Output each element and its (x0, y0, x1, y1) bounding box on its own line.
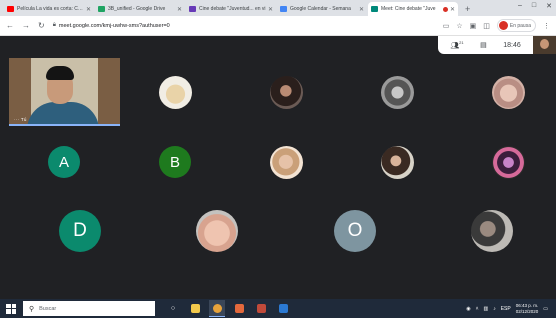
participant-avatar[interactable] (270, 146, 303, 179)
recording-icon (442, 6, 448, 12)
windows-taskbar: ⚲ Buscar ○ ◉ ˄ ▥ ♪ ESP 06:43 p. m. 02/12… (0, 299, 556, 318)
avatar (498, 21, 508, 30)
chat-button[interactable]: ▤ (480, 41, 487, 49)
address-bar[interactable]: meet.google.com/kmj-uwhw-sms?authuser=0 (59, 23, 443, 29)
browser-tab-active[interactable]: Meet: Cine debate "Juve ✕ (368, 2, 458, 16)
chrome-tray-icon[interactable]: ◉ (466, 306, 470, 312)
google-calendar-icon (280, 6, 287, 12)
taskbar-clock[interactable]: 06:43 p. m. 02/12/2020 (516, 303, 539, 315)
participant-avatar[interactable] (471, 210, 513, 252)
camera-permission-icon[interactable]: ▭ (443, 22, 450, 30)
browser-tab-strip: Película La vida es corta: Capí ✕ 3B_uni… (0, 0, 556, 16)
meet-top-panel: 👥︎21 ▤ 18:46 (438, 36, 533, 54)
google-meet-icon (371, 6, 378, 12)
participants-button[interactable]: 👥︎21 (450, 40, 463, 49)
notification-icon[interactable]: ▭ (543, 306, 548, 312)
system-tray: ◉ ˄ ▥ ♪ ESP 06:43 p. m. 02/12/2020 ▭ (466, 299, 548, 318)
extension-icon[interactable]: ▣ (470, 22, 477, 30)
file-explorer-icon[interactable] (187, 300, 203, 317)
word-icon[interactable] (275, 300, 291, 317)
browser-toolbar: ← → ↻ 🔒︎ meet.google.com/kmj-uwhw-sms?au… (0, 16, 556, 36)
minimize-button[interactable]: – (518, 2, 522, 10)
participant-initial-avatar[interactable]: A (48, 146, 80, 178)
bookmark-star-icon[interactable]: ☆ (456, 22, 462, 30)
language-indicator[interactable]: ESP (501, 306, 511, 312)
close-tab-icon[interactable]: ✕ (86, 6, 91, 13)
close-tab-icon[interactable]: ✕ (450, 6, 455, 13)
browser-tab[interactable]: Google Calendar - Semana ✕ (277, 2, 367, 16)
profile-button[interactable]: En pausa (496, 19, 536, 32)
self-video-tile[interactable]: ··· Tú (9, 58, 120, 126)
forward-arrow-icon[interactable]: → (22, 21, 30, 30)
browser-tab[interactable]: 3B_unified - Google Drive ✕ (95, 2, 185, 16)
lock-icon[interactable]: 🔒︎ (53, 22, 56, 29)
self-view-thumbnail[interactable] (533, 36, 556, 54)
meeting-clock: 18:46 (503, 41, 521, 49)
back-arrow-icon[interactable]: ← (6, 21, 14, 30)
close-window-button[interactable]: ✕ (546, 2, 552, 10)
participant-initial-avatar[interactable]: D (59, 210, 101, 252)
browser-tab[interactable]: Cine debate "Juventud... en vi ✕ (186, 2, 276, 16)
participant-avatar[interactable] (381, 76, 414, 109)
chat-icon: ▤ (480, 42, 487, 49)
participant-initial-avatar[interactable]: B (159, 146, 191, 178)
search-icon: ⚲ (29, 305, 35, 313)
close-tab-icon[interactable]: ✕ (177, 6, 182, 13)
browser-tab[interactable]: Película La vida es corta: Capí ✕ (4, 2, 94, 16)
screen: Película La vida es corta: Capí ✕ 3B_uni… (0, 0, 556, 318)
task-view-icon[interactable]: ○ (165, 300, 181, 317)
toolbar-actions: ▭ ☆ ▣ ◫ En pausa ⋮ (443, 19, 550, 32)
participant-avatar[interactable] (492, 146, 525, 179)
menu-dots-icon[interactable]: ⋮ (543, 22, 550, 30)
participant-avatar[interactable] (270, 76, 303, 109)
participant-avatar[interactable] (492, 76, 525, 109)
windows-start-icon[interactable] (4, 302, 18, 316)
participant-avatar[interactable] (159, 76, 192, 109)
network-icon[interactable]: ▥ (483, 306, 488, 312)
participant-avatar[interactable] (381, 146, 414, 179)
participant-avatar[interactable] (196, 210, 238, 252)
chrome-taskbar-icon[interactable] (209, 300, 225, 317)
taskbar-search-input[interactable]: ⚲ Buscar (23, 301, 155, 316)
participant-initial-avatar[interactable]: O (334, 210, 376, 252)
reload-icon[interactable]: ↻ (38, 21, 45, 30)
new-tab-button[interactable]: + (465, 2, 470, 16)
close-tab-icon[interactable]: ✕ (268, 6, 273, 13)
cast-icon[interactable]: ◫ (483, 22, 490, 30)
maximize-button[interactable]: □ (532, 2, 536, 10)
youtube-icon (7, 6, 14, 12)
person-silhouette (540, 39, 549, 49)
volume-icon[interactable]: ♪ (493, 306, 496, 312)
google-drive-icon (98, 6, 105, 12)
self-name-label: ··· Tú (14, 117, 27, 122)
app-icon[interactable] (253, 300, 269, 317)
people-icon: 👥︎ (450, 42, 460, 50)
window-controls: – □ ✕ (518, 2, 552, 10)
close-tab-icon[interactable]: ✕ (359, 6, 364, 13)
paint-icon[interactable] (231, 300, 247, 317)
tray-chevron-icon[interactable]: ˄ (476, 306, 479, 312)
taskbar-apps: ○ (165, 300, 291, 317)
calendar-event-icon (189, 6, 196, 12)
